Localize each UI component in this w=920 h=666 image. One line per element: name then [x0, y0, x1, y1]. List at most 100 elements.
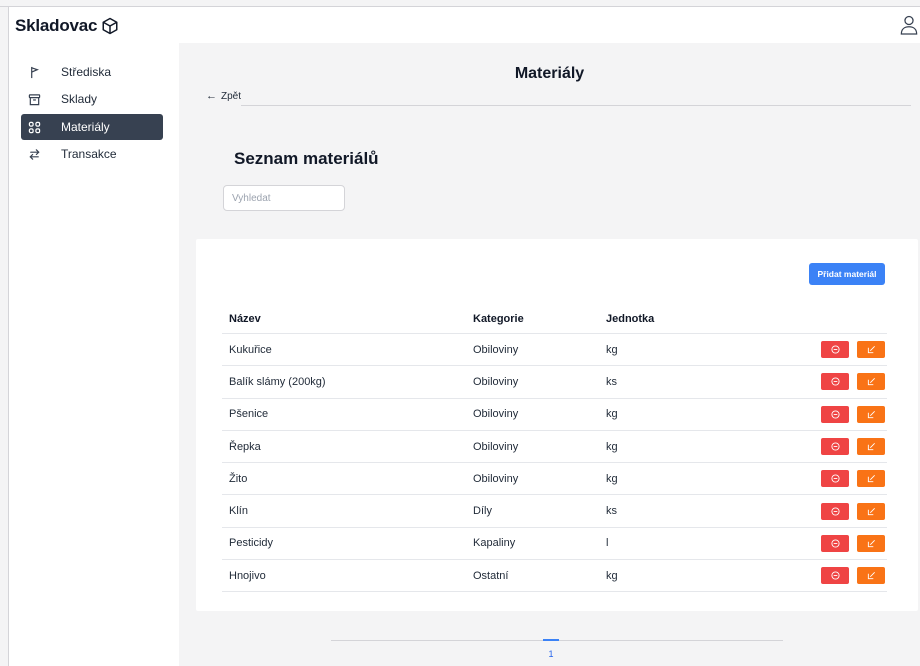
edit-icon	[867, 346, 875, 354]
cell-unit: kg	[599, 559, 776, 593]
add-material-button[interactable]: Přidat materiál	[809, 263, 885, 285]
sidebar-item-strediska[interactable]: Střediska	[21, 59, 163, 85]
delete-button[interactable]	[821, 534, 849, 552]
materials-table: Název Kategorie Jednotka Kukuřice Obilov…	[222, 305, 887, 593]
pagination-active-indicator	[543, 639, 559, 641]
top-bar: Skladovac	[9, 7, 920, 43]
search-input[interactable]	[223, 185, 345, 211]
edit-button[interactable]	[857, 405, 885, 423]
delete-button[interactable]	[821, 502, 849, 520]
cell-unit: kg	[599, 333, 776, 367]
header-divider	[241, 105, 911, 106]
cell-unit: kg	[599, 430, 776, 464]
sidebar-item-label: Sklady	[61, 92, 98, 106]
cube-icon	[102, 17, 118, 35]
minus-circle-icon	[830, 377, 840, 386]
table-row: Pesticidy Kapaliny l	[222, 527, 887, 561]
table-row: Pšenice Obiloviny kg	[222, 398, 887, 431]
sidebar: Střediska Sklady Materiály Transakce	[9, 43, 179, 666]
table-row: Řepka Obiloviny kg	[222, 430, 887, 464]
user-icon[interactable]	[900, 15, 918, 35]
table-row: Balík slámy (200kg) Obiloviny ks	[222, 365, 887, 399]
sidebar-item-transakce[interactable]: Transakce	[21, 141, 163, 167]
edit-icon	[867, 507, 875, 515]
minus-circle-icon	[830, 571, 840, 580]
back-link[interactable]: ← Zpět	[206, 90, 241, 102]
cell-category: Obiloviny	[466, 333, 599, 367]
cell-category: Obiloviny	[466, 365, 599, 399]
cell-actions	[776, 365, 887, 399]
cell-unit: kg	[599, 398, 776, 431]
cell-category: Obiloviny	[466, 430, 599, 464]
cell-category: Obiloviny	[466, 398, 599, 431]
section-title: Seznam materiálů	[234, 149, 379, 168]
cell-name: Řepka	[222, 430, 466, 464]
delete-button[interactable]	[821, 373, 849, 391]
brand-logo[interactable]: Skladovac	[15, 16, 119, 36]
cell-category: Díly	[466, 494, 599, 528]
cell-unit: l	[599, 527, 776, 561]
column-header-actions	[776, 305, 887, 334]
delete-button[interactable]	[821, 567, 849, 585]
minus-circle-icon	[830, 474, 840, 483]
cell-unit: kg	[599, 462, 776, 496]
cell-name: Pesticidy	[222, 527, 466, 561]
edit-button[interactable]	[857, 341, 885, 359]
column-header-category[interactable]: Kategorie	[466, 305, 599, 334]
table-header-row: Název Kategorie Jednotka	[222, 305, 887, 334]
main-content: Materiály ← Zpět Seznam materiálů Přidat …	[179, 43, 920, 666]
cell-category: Kapaliny	[466, 527, 599, 561]
edit-button[interactable]	[857, 438, 885, 456]
column-header-unit[interactable]: Jednotka	[599, 305, 776, 334]
cell-name: Žito	[222, 462, 466, 496]
delete-button[interactable]	[821, 341, 849, 359]
table-row: Kukuřice Obiloviny kg	[222, 333, 887, 367]
sidebar-item-label: Transakce	[61, 147, 117, 161]
arrow-left-icon: ←	[206, 90, 217, 102]
edit-icon	[867, 475, 875, 483]
cell-actions	[776, 527, 887, 561]
cell-category: Ostatní	[466, 559, 599, 593]
table-row: Klín Díly ks	[222, 494, 887, 528]
sidebar-item-materialy[interactable]: Materiály	[21, 114, 163, 140]
delete-button[interactable]	[821, 438, 849, 456]
page-title: Materiály	[514, 65, 585, 82]
edit-button[interactable]	[857, 373, 885, 391]
cell-name: Klín	[222, 494, 466, 528]
cell-unit: ks	[599, 365, 776, 399]
edit-button[interactable]	[857, 567, 885, 585]
delete-button[interactable]	[821, 405, 849, 423]
cell-actions	[776, 333, 887, 367]
edit-icon	[867, 572, 875, 580]
edit-button[interactable]	[857, 534, 885, 552]
edit-icon	[867, 443, 875, 451]
cell-name: Kukuřice	[222, 333, 466, 367]
cell-unit: ks	[599, 494, 776, 528]
arrows-exchange-icon	[27, 147, 41, 161]
minus-circle-icon	[830, 507, 840, 516]
minus-circle-icon	[830, 345, 840, 354]
cell-name: Balík slámy (200kg)	[222, 365, 466, 399]
edit-icon	[867, 410, 875, 418]
minus-circle-icon	[830, 442, 840, 451]
app-root: Skladovac Střediska Sklady Materiály Tra…	[0, 0, 920, 666]
brand-name: Skladovac	[15, 16, 98, 35]
pagination-page-1[interactable]: 1	[543, 649, 559, 659]
edit-button[interactable]	[857, 470, 885, 488]
column-header-name[interactable]: Název	[222, 305, 466, 334]
table-row: Žito Obiloviny kg	[222, 462, 887, 496]
cell-actions	[776, 494, 887, 528]
sidebar-item-label: Materiály	[61, 120, 110, 134]
cell-name: Hnojivo	[222, 559, 466, 593]
edit-button[interactable]	[857, 502, 885, 520]
minus-circle-icon	[830, 539, 840, 548]
table-row: Hnojivo Ostatní kg	[222, 559, 887, 593]
grid-icon	[27, 120, 41, 134]
cell-actions	[776, 559, 887, 593]
sidebar-item-sklady[interactable]: Sklady	[21, 86, 163, 112]
delete-button[interactable]	[821, 470, 849, 488]
materials-card: Přidat materiál Název Kategorie Jednotka…	[196, 239, 918, 611]
cell-category: Obiloviny	[466, 462, 599, 496]
cell-name: Pšenice	[222, 398, 466, 431]
back-label: Zpět	[221, 91, 242, 102]
